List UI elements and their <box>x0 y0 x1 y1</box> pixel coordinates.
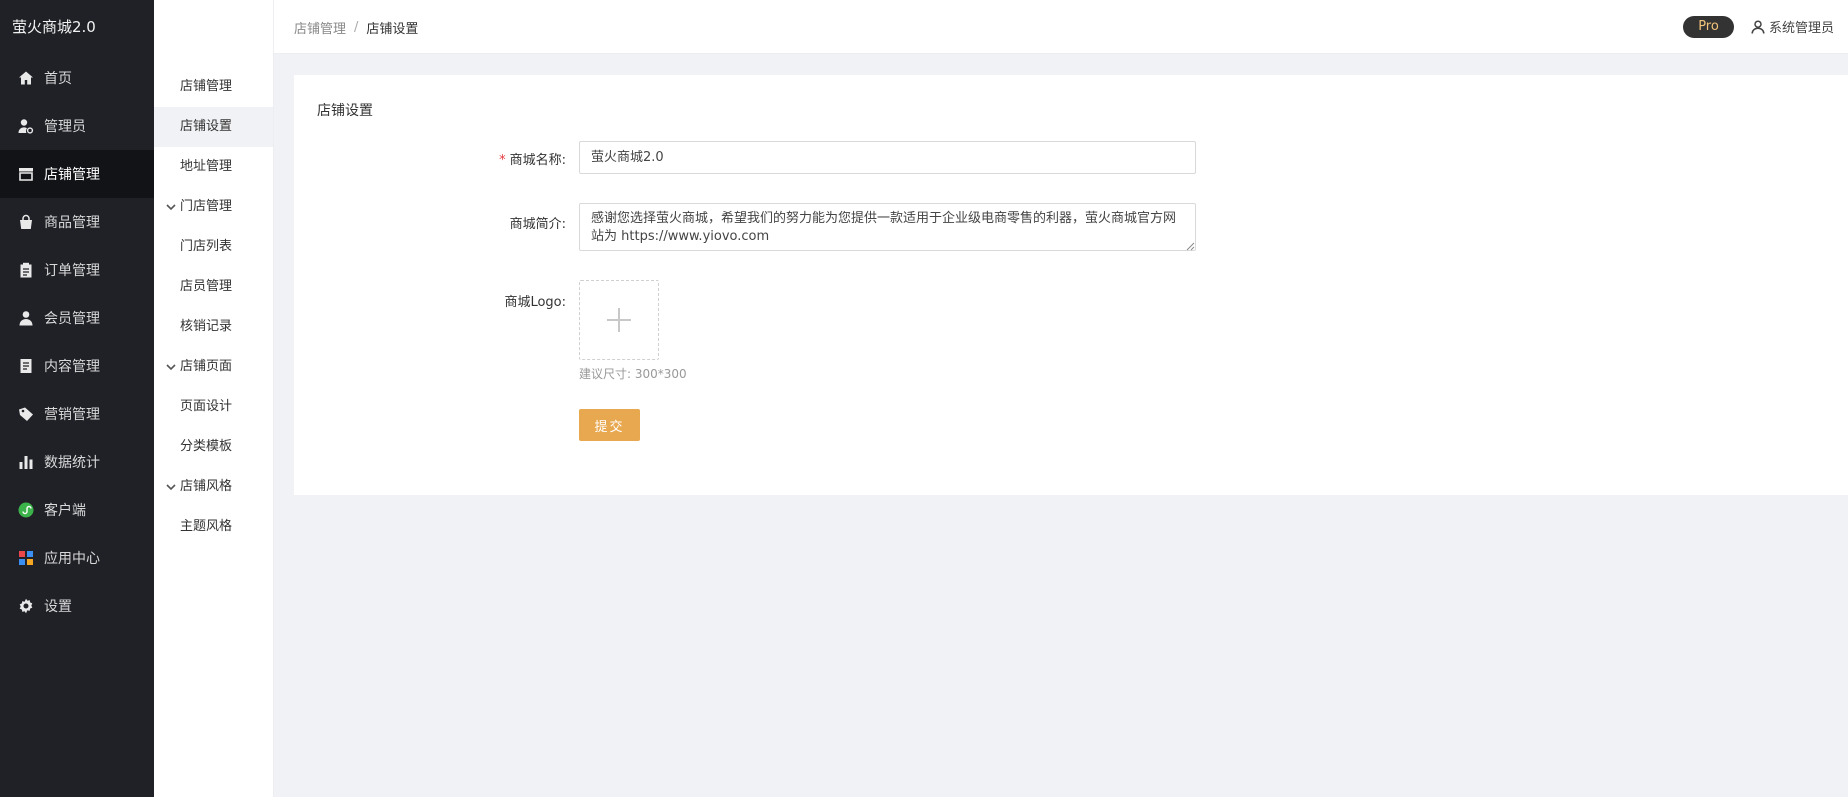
chevron-down-icon <box>166 480 180 494</box>
card-title: 店铺设置 <box>317 103 373 119</box>
store-intro-textarea[interactable]: 感谢您选择萤火商城，希望我们的努力能为您提供一款适用于企业级电商零售的利器，萤火… <box>579 203 1196 251</box>
subnav-clerk-manage[interactable]: 店员管理 <box>154 267 273 307</box>
sidebar-item-home[interactable]: 首页 <box>0 54 154 102</box>
sidebar-item-settings[interactable]: 设置 <box>0 582 154 630</box>
member-icon <box>18 310 34 326</box>
sub-sidebar: 店铺管理 店铺设置 地址管理 门店管理 门店列表 店员管理 核销记录 店铺页面 … <box>154 0 274 797</box>
top-header: 店铺管理 / 店铺设置 Pro 系统管理员 <box>154 0 1848 54</box>
sidebar-item-label: 内容管理 <box>44 359 100 375</box>
sidebar-item-apps[interactable]: 应用中心 <box>0 534 154 582</box>
sidebar-item-label: 首页 <box>44 71 72 87</box>
shopping-bag-icon <box>18 214 34 230</box>
subnav-store-settings[interactable]: 店铺设置 <box>154 107 273 147</box>
subnav-group-label: 店铺风格 <box>180 479 233 494</box>
name-label: * 商城名称: <box>499 153 566 168</box>
plus-icon <box>607 308 631 332</box>
subnav-shop-list[interactable]: 门店列表 <box>154 227 273 267</box>
breadcrumb-current: 店铺设置 <box>366 22 419 37</box>
main-sidebar: 萤火商城2.0 首页 管理员 店铺管理 商品管理 订单管理 会员管理 内容管理 … <box>0 0 154 797</box>
apps-icon <box>18 550 34 566</box>
subnav-group-style[interactable]: 店铺风格 <box>154 467 273 507</box>
bar-chart-icon <box>18 454 34 470</box>
admin-user-icon <box>18 118 34 134</box>
sidebar-item-label: 设置 <box>44 599 72 615</box>
subnav-group-page[interactable]: 店铺页面 <box>154 347 273 387</box>
sidebar-item-members[interactable]: 会员管理 <box>0 294 154 342</box>
sidebar-item-label: 营销管理 <box>44 407 100 423</box>
sidebar-item-label: 店铺管理 <box>44 167 100 183</box>
logo-label: 商城Logo: <box>504 295 566 310</box>
sidebar-item-label: 数据统计 <box>44 455 100 471</box>
store-icon <box>18 166 34 182</box>
sidebar-item-label: 应用中心 <box>44 551 100 567</box>
logo-upload[interactable] <box>579 280 659 360</box>
resize-grip-icon[interactable] <box>1185 239 1195 251</box>
sidebar-item-label: 订单管理 <box>44 263 100 279</box>
breadcrumb: 店铺管理 / 店铺设置 <box>294 18 418 37</box>
user-menu[interactable]: 系统管理员 <box>1751 17 1834 36</box>
sidebar-item-goods[interactable]: 商品管理 <box>0 198 154 246</box>
subnav-group-label: 门店管理 <box>180 199 233 214</box>
home-icon <box>18 70 34 86</box>
subnav-page-design[interactable]: 页面设计 <box>154 387 273 427</box>
sidebar-item-client[interactable]: 客户端 <box>0 486 154 534</box>
subnav-group-label: 店铺页面 <box>180 359 233 374</box>
clipboard-icon <box>18 262 34 278</box>
gear-icon <box>18 598 34 614</box>
subnav-store-manage[interactable]: 店铺管理 <box>154 67 273 107</box>
tag-icon <box>18 406 34 422</box>
document-icon <box>18 358 34 374</box>
user-icon <box>1751 19 1765 34</box>
sidebar-item-admin[interactable]: 管理员 <box>0 102 154 150</box>
sidebar-item-label: 客户端 <box>44 503 86 519</box>
pro-badge[interactable]: Pro <box>1683 16 1734 38</box>
client-icon <box>18 502 34 518</box>
store-name-input[interactable]: 萤火商城2.0 <box>579 141 1196 174</box>
sidebar-item-statistics[interactable]: 数据统计 <box>0 438 154 486</box>
sidebar-item-label: 管理员 <box>44 119 86 135</box>
subnav-address-manage[interactable]: 地址管理 <box>154 147 273 187</box>
chevron-down-icon <box>166 360 180 374</box>
sidebar-item-label: 商品管理 <box>44 215 100 231</box>
username: 系统管理员 <box>1769 21 1835 36</box>
breadcrumb-separator: / <box>354 20 359 35</box>
subnav-verify-records[interactable]: 核销记录 <box>154 307 273 347</box>
subnav-theme-style[interactable]: 主题风格 <box>154 507 273 547</box>
settings-card: 店铺设置 * 商城名称: 萤火商城2.0 商城简介: 感谢您选择萤火商城，希望我们… <box>294 75 1848 495</box>
breadcrumb-parent[interactable]: 店铺管理 <box>294 18 346 37</box>
sidebar-item-store[interactable]: 店铺管理 <box>0 150 154 198</box>
sidebar-item-orders[interactable]: 订单管理 <box>0 246 154 294</box>
logo-size-hint: 建议尺寸: 300*300 <box>579 367 687 381</box>
chevron-down-icon <box>166 200 180 214</box>
subnav-category-template[interactable]: 分类模板 <box>154 427 273 467</box>
required-mark: * <box>499 153 506 168</box>
subnav-group-shop[interactable]: 门店管理 <box>154 187 273 227</box>
sidebar-item-label: 会员管理 <box>44 311 100 327</box>
intro-label: 商城简介: <box>509 217 566 232</box>
brand-title[interactable]: 萤火商城2.0 <box>0 0 154 54</box>
submit-button[interactable]: 提交 <box>579 409 640 441</box>
sidebar-item-content[interactable]: 内容管理 <box>0 342 154 390</box>
sidebar-item-marketing[interactable]: 营销管理 <box>0 390 154 438</box>
